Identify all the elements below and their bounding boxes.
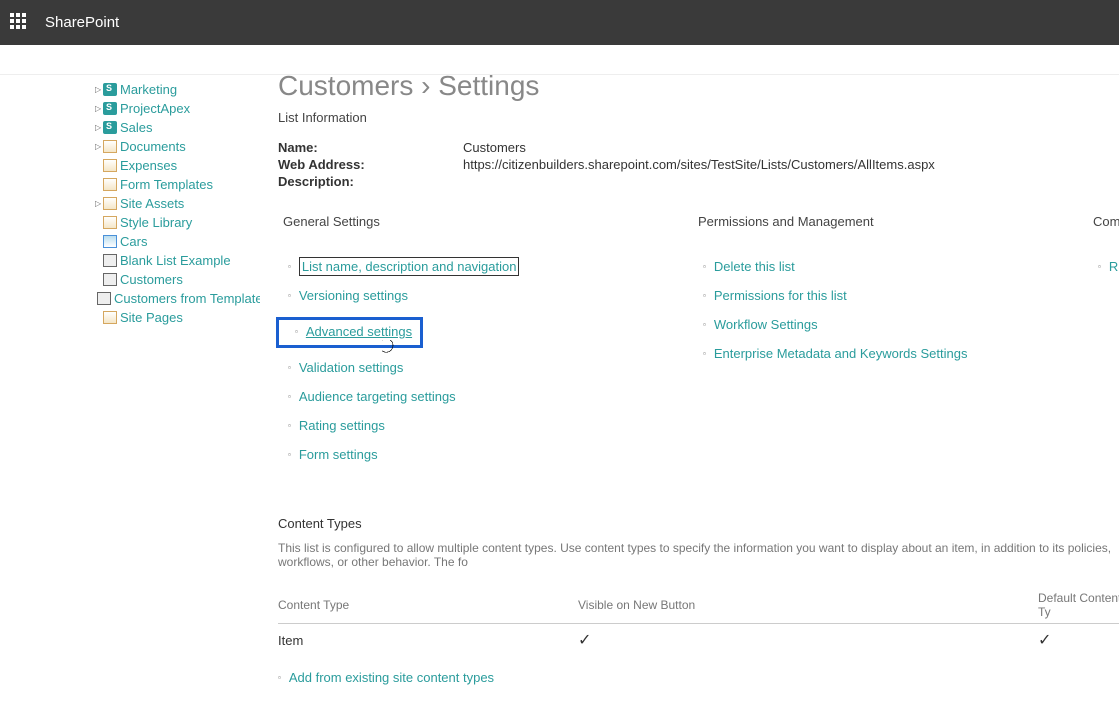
sidebar-item[interactable]: Form Templates: [95, 175, 260, 194]
content-types-table: Content Type Visible on New Button Defau…: [278, 587, 1119, 656]
ct-name[interactable]: Item: [278, 624, 578, 657]
sidebar-tree: ▷ Marketing ▷ ProjectApex ▷ Sales ▷ Documents Ex…: [0, 75, 260, 705]
sidebar-item[interactable]: Style Library: [95, 213, 260, 232]
sidebar-item[interactable]: Expenses: [95, 156, 260, 175]
communications-heading: Comm: [1088, 214, 1119, 229]
permissions-link[interactable]: Permissions for this list: [714, 288, 847, 303]
expand-icon[interactable]: ▷: [95, 199, 101, 208]
sidebar-item-label[interactable]: Sales: [120, 120, 153, 135]
sidebar-item-label[interactable]: Blank List Example: [120, 253, 231, 268]
sidebar-item-label[interactable]: Form Templates: [120, 177, 213, 192]
web-address-value: https://citizenbuilders.sharepoint.com/s…: [463, 157, 935, 172]
s-icon: [103, 83, 117, 96]
doc-icon: [103, 159, 117, 172]
workflow-settings-link[interactable]: Workflow Settings: [714, 317, 818, 332]
add-content-type-link[interactable]: Add from existing site content types: [278, 670, 494, 685]
form-settings-link[interactable]: Form settings: [299, 447, 378, 462]
sidebar-item-label[interactable]: Documents: [120, 139, 186, 154]
permissions-heading: Permissions and Management: [693, 214, 1088, 229]
rating-settings-link[interactable]: Rating settings: [299, 418, 385, 433]
audience-targeting-link[interactable]: Audience targeting settings: [299, 389, 456, 404]
delete-list-link[interactable]: Delete this list: [714, 259, 795, 274]
list-name-link[interactable]: List name, description and navigation: [299, 257, 520, 276]
ct-col-visible: Visible on New Button: [578, 587, 1038, 624]
app-launcher-icon[interactable]: [10, 13, 30, 33]
lib-icon: [103, 254, 117, 267]
sidebar-item[interactable]: Customers from Template: [95, 289, 260, 308]
enterprise-metadata-link[interactable]: Enterprise Metadata and Keywords Setting…: [714, 346, 968, 361]
doc-icon: [103, 178, 117, 191]
expand-icon[interactable]: ▷: [95, 123, 101, 132]
doc-icon: [103, 216, 117, 229]
sidebar-item-label[interactable]: Expenses: [120, 158, 177, 173]
sidebar-item-label[interactable]: ProjectApex: [120, 101, 190, 116]
name-label: Name:: [278, 140, 463, 155]
sidebar-item-label[interactable]: Customers: [120, 272, 183, 287]
page-title: Customers › Settings: [278, 70, 1119, 102]
img-icon: [103, 235, 117, 248]
app-title: SharePoint: [45, 14, 119, 31]
web-address-label: Web Address:: [278, 157, 463, 172]
ct-col-default: Default Content Ty: [1038, 587, 1119, 624]
sidebar-item-label[interactable]: Customers from Template: [114, 291, 260, 306]
content-types-heading: Content Types: [278, 516, 1119, 531]
sidebar-item[interactable]: Customers: [95, 270, 260, 289]
list-info-heading: List Information: [278, 110, 1119, 125]
sidebar-item[interactable]: ▷ ProjectApex: [95, 99, 260, 118]
sidebar-item[interactable]: Site Pages: [95, 308, 260, 327]
lib-icon: [97, 292, 111, 305]
sidebar-item-label[interactable]: Style Library: [120, 215, 192, 230]
sidebar-item[interactable]: Cars: [95, 232, 260, 251]
doc-icon: [103, 140, 117, 153]
expand-icon[interactable]: ▷: [95, 85, 101, 94]
table-row: Item✓✓: [278, 624, 1119, 657]
main-content: Customers › Settings List Information Na…: [260, 75, 1119, 705]
expand-icon[interactable]: ▷: [95, 142, 101, 151]
sidebar-item[interactable]: Blank List Example: [95, 251, 260, 270]
sidebar-item[interactable]: ▷ Marketing: [95, 80, 260, 99]
sidebar-item[interactable]: ▷ Site Assets: [95, 194, 260, 213]
ct-col-name: Content Type: [278, 587, 578, 624]
sidebar-item-label[interactable]: Site Pages: [120, 310, 183, 325]
sidebar-item-label[interactable]: Site Assets: [120, 196, 184, 211]
expand-icon[interactable]: ▷: [95, 104, 101, 113]
name-value: Customers: [463, 140, 526, 155]
doc-icon: [103, 197, 117, 210]
highlight-box: Advanced settings: [276, 317, 423, 348]
content-types-description: This list is configured to allow multipl…: [278, 541, 1119, 569]
rss-link[interactable]: RSS: [1109, 259, 1119, 274]
versioning-settings-link[interactable]: Versioning settings: [299, 288, 408, 303]
check-icon: ✓: [578, 632, 591, 649]
s-icon: [103, 102, 117, 115]
general-settings-heading: General Settings: [278, 214, 693, 229]
top-bar: SharePoint: [0, 0, 1119, 45]
lib-icon: [103, 273, 117, 286]
s-icon: [103, 121, 117, 134]
advanced-settings-link[interactable]: Advanced settings: [306, 324, 412, 339]
validation-settings-link[interactable]: Validation settings: [299, 360, 404, 375]
description-label: Description:: [278, 174, 463, 189]
sidebar-item[interactable]: ▷ Sales: [95, 118, 260, 137]
sidebar-item[interactable]: ▷ Documents: [95, 137, 260, 156]
doc-icon: [103, 311, 117, 324]
check-icon: ✓: [1038, 632, 1051, 649]
sidebar-item-label[interactable]: Cars: [120, 234, 147, 249]
sidebar-item-label[interactable]: Marketing: [120, 82, 177, 97]
